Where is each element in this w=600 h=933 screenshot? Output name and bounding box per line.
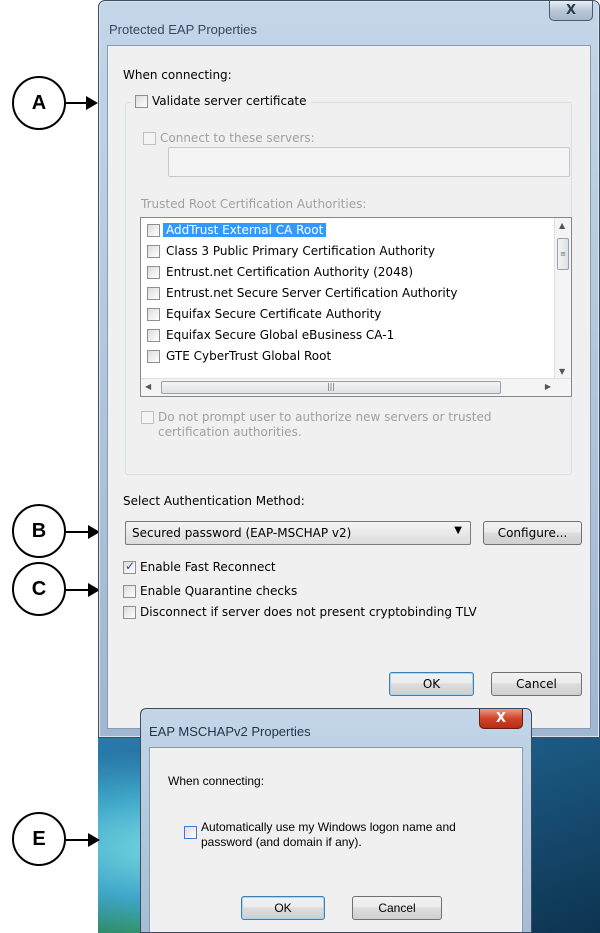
- mschap-ok-button[interactable]: OK: [241, 896, 325, 920]
- mschap-cancel-button[interactable]: Cancel: [352, 896, 442, 920]
- ca-name: GTE CyberTrust Global Root: [166, 349, 332, 363]
- mschap-dialog-title: EAP MSCHAPv2 Properties: [149, 724, 311, 739]
- ok-button[interactable]: OK: [389, 672, 474, 696]
- ca-checkbox[interactable]: [147, 265, 160, 279]
- connect-servers-checkbox[interactable]: [143, 131, 156, 145]
- ca-name: Equifax Secure Global eBusiness CA-1: [166, 328, 395, 342]
- ca-name: Entrust.net Certification Authority (204…: [166, 265, 414, 279]
- cryptobinding-label: Disconnect if server does not present cr…: [140, 605, 477, 619]
- callout-a-arrow: [66, 96, 98, 110]
- callout-c-arrow: [66, 583, 100, 597]
- list-item[interactable]: Equifax Secure Certificate Authority: [147, 305, 381, 323]
- callout-e: E: [12, 812, 66, 866]
- trusted-root-ca-list[interactable]: AddTrust External CA Root Class 3 Public…: [140, 217, 572, 397]
- cryptobinding-row[interactable]: Disconnect if server does not present cr…: [123, 605, 477, 619]
- ca-checkbox[interactable]: [147, 349, 160, 363]
- connect-servers-row[interactable]: Connect to these servers:: [143, 131, 315, 145]
- scroll-up-icon[interactable]: ▲: [559, 221, 565, 230]
- callout-a: A: [12, 76, 66, 130]
- mschap-client-area: When connecting: Automatically use my Wi…: [149, 747, 523, 932]
- list-item[interactable]: GTE CyberTrust Global Root: [147, 347, 331, 365]
- auth-method-label: Select Authentication Method:: [123, 494, 305, 508]
- no-prompt-row[interactable]: Do not prompt user to authorize new serv…: [141, 410, 492, 440]
- list-item[interactable]: Entrust.net Secure Server Certification …: [147, 284, 458, 302]
- when-connecting-label: When connecting:: [123, 68, 232, 82]
- validate-cert-checkbox[interactable]: [135, 94, 148, 108]
- list-item[interactable]: Entrust.net Certification Authority (204…: [147, 263, 413, 281]
- trusted-root-label: Trusted Root Certification Authorities:: [141, 197, 367, 211]
- close-icon: X: [565, 3, 577, 18]
- peap-window-title: Protected EAP Properties: [109, 22, 257, 37]
- fast-reconnect-checkbox[interactable]: [123, 559, 136, 574]
- no-prompt-checkbox[interactable]: [141, 411, 154, 424]
- vertical-scroll-thumb[interactable]: ≡: [557, 238, 569, 270]
- horizontal-scroll-thumb[interactable]: |||: [161, 381, 501, 394]
- scroll-left-icon[interactable]: ◀: [145, 382, 151, 391]
- callout-e-arrow: [66, 833, 100, 847]
- ca-name: AddTrust External CA Root: [163, 223, 327, 237]
- peap-properties-window: Protected EAP Properties X When connecti…: [98, 0, 600, 738]
- callout-b: B: [12, 504, 66, 558]
- close-icon: X: [495, 711, 507, 726]
- list-item[interactable]: AddTrust External CA Root: [147, 221, 327, 239]
- auto-logon-row[interactable]: Automatically use my Windows logon name …: [184, 820, 456, 850]
- auto-logon-checkbox[interactable]: [184, 826, 197, 839]
- quarantine-row[interactable]: Enable Quarantine checks: [123, 584, 297, 598]
- ca-checkbox[interactable]: [147, 307, 160, 321]
- peap-close-button[interactable]: X: [549, 1, 593, 21]
- no-prompt-label: Do not prompt user to authorize new serv…: [158, 410, 492, 439]
- scroll-down-icon[interactable]: ▼: [559, 367, 565, 376]
- list-item[interactable]: Class 3 Public Primary Certification Aut…: [147, 242, 435, 260]
- ca-name: Class 3 Public Primary Certification Aut…: [166, 244, 435, 258]
- auth-method-value: Secured password (EAP-MSCHAP v2): [132, 526, 352, 540]
- fast-reconnect-row[interactable]: Enable Fast Reconnect: [123, 559, 276, 574]
- cryptobinding-checkbox[interactable]: [123, 605, 136, 619]
- mschap-close-button[interactable]: X: [479, 709, 523, 729]
- ca-name: Equifax Secure Certificate Authority: [166, 307, 382, 321]
- chevron-down-icon: ▼: [454, 525, 462, 536]
- list-item[interactable]: Equifax Secure Global eBusiness CA-1: [147, 326, 394, 344]
- peap-titlebar[interactable]: Protected EAP Properties X: [99, 1, 599, 45]
- fast-reconnect-label: Enable Fast Reconnect: [140, 560, 276, 574]
- callout-c: C: [12, 562, 66, 616]
- ca-checkbox[interactable]: [147, 244, 160, 258]
- mschap-when-connecting-label: When connecting:: [168, 774, 265, 788]
- cancel-button[interactable]: Cancel: [491, 672, 582, 696]
- mschap-titlebar[interactable]: EAP MSCHAPv2 Properties X: [141, 709, 531, 747]
- auth-method-select[interactable]: Secured password (EAP-MSCHAP v2) ▼: [125, 521, 471, 545]
- scroll-right-icon[interactable]: ▶: [545, 382, 551, 391]
- validate-cert-label: Validate server certificate: [152, 94, 307, 108]
- configure-button[interactable]: Configure...: [483, 521, 582, 545]
- peap-client-area: When connecting: Validate server certifi…: [107, 45, 591, 729]
- quarantine-checkbox[interactable]: [123, 584, 136, 598]
- horizontal-scrollbar[interactable]: ◀ ||| ▶: [141, 378, 571, 396]
- auto-logon-label: Automatically use my Windows logon name …: [201, 820, 456, 849]
- callout-b-arrow: [66, 525, 100, 539]
- ca-checkbox[interactable]: [147, 328, 160, 342]
- servers-input[interactable]: [168, 147, 570, 177]
- ca-checkbox[interactable]: [147, 223, 160, 237]
- validate-cert-row[interactable]: Validate server certificate: [131, 94, 311, 108]
- ca-checkbox[interactable]: [147, 286, 160, 300]
- ca-name: Entrust.net Secure Server Certification …: [166, 286, 458, 300]
- vertical-scrollbar[interactable]: ▲ ≡ ▼: [554, 218, 571, 379]
- connect-servers-label: Connect to these servers:: [160, 131, 315, 145]
- quarantine-label: Enable Quarantine checks: [140, 584, 298, 598]
- mschap-properties-dialog: EAP MSCHAPv2 Properties X When connectin…: [140, 708, 532, 933]
